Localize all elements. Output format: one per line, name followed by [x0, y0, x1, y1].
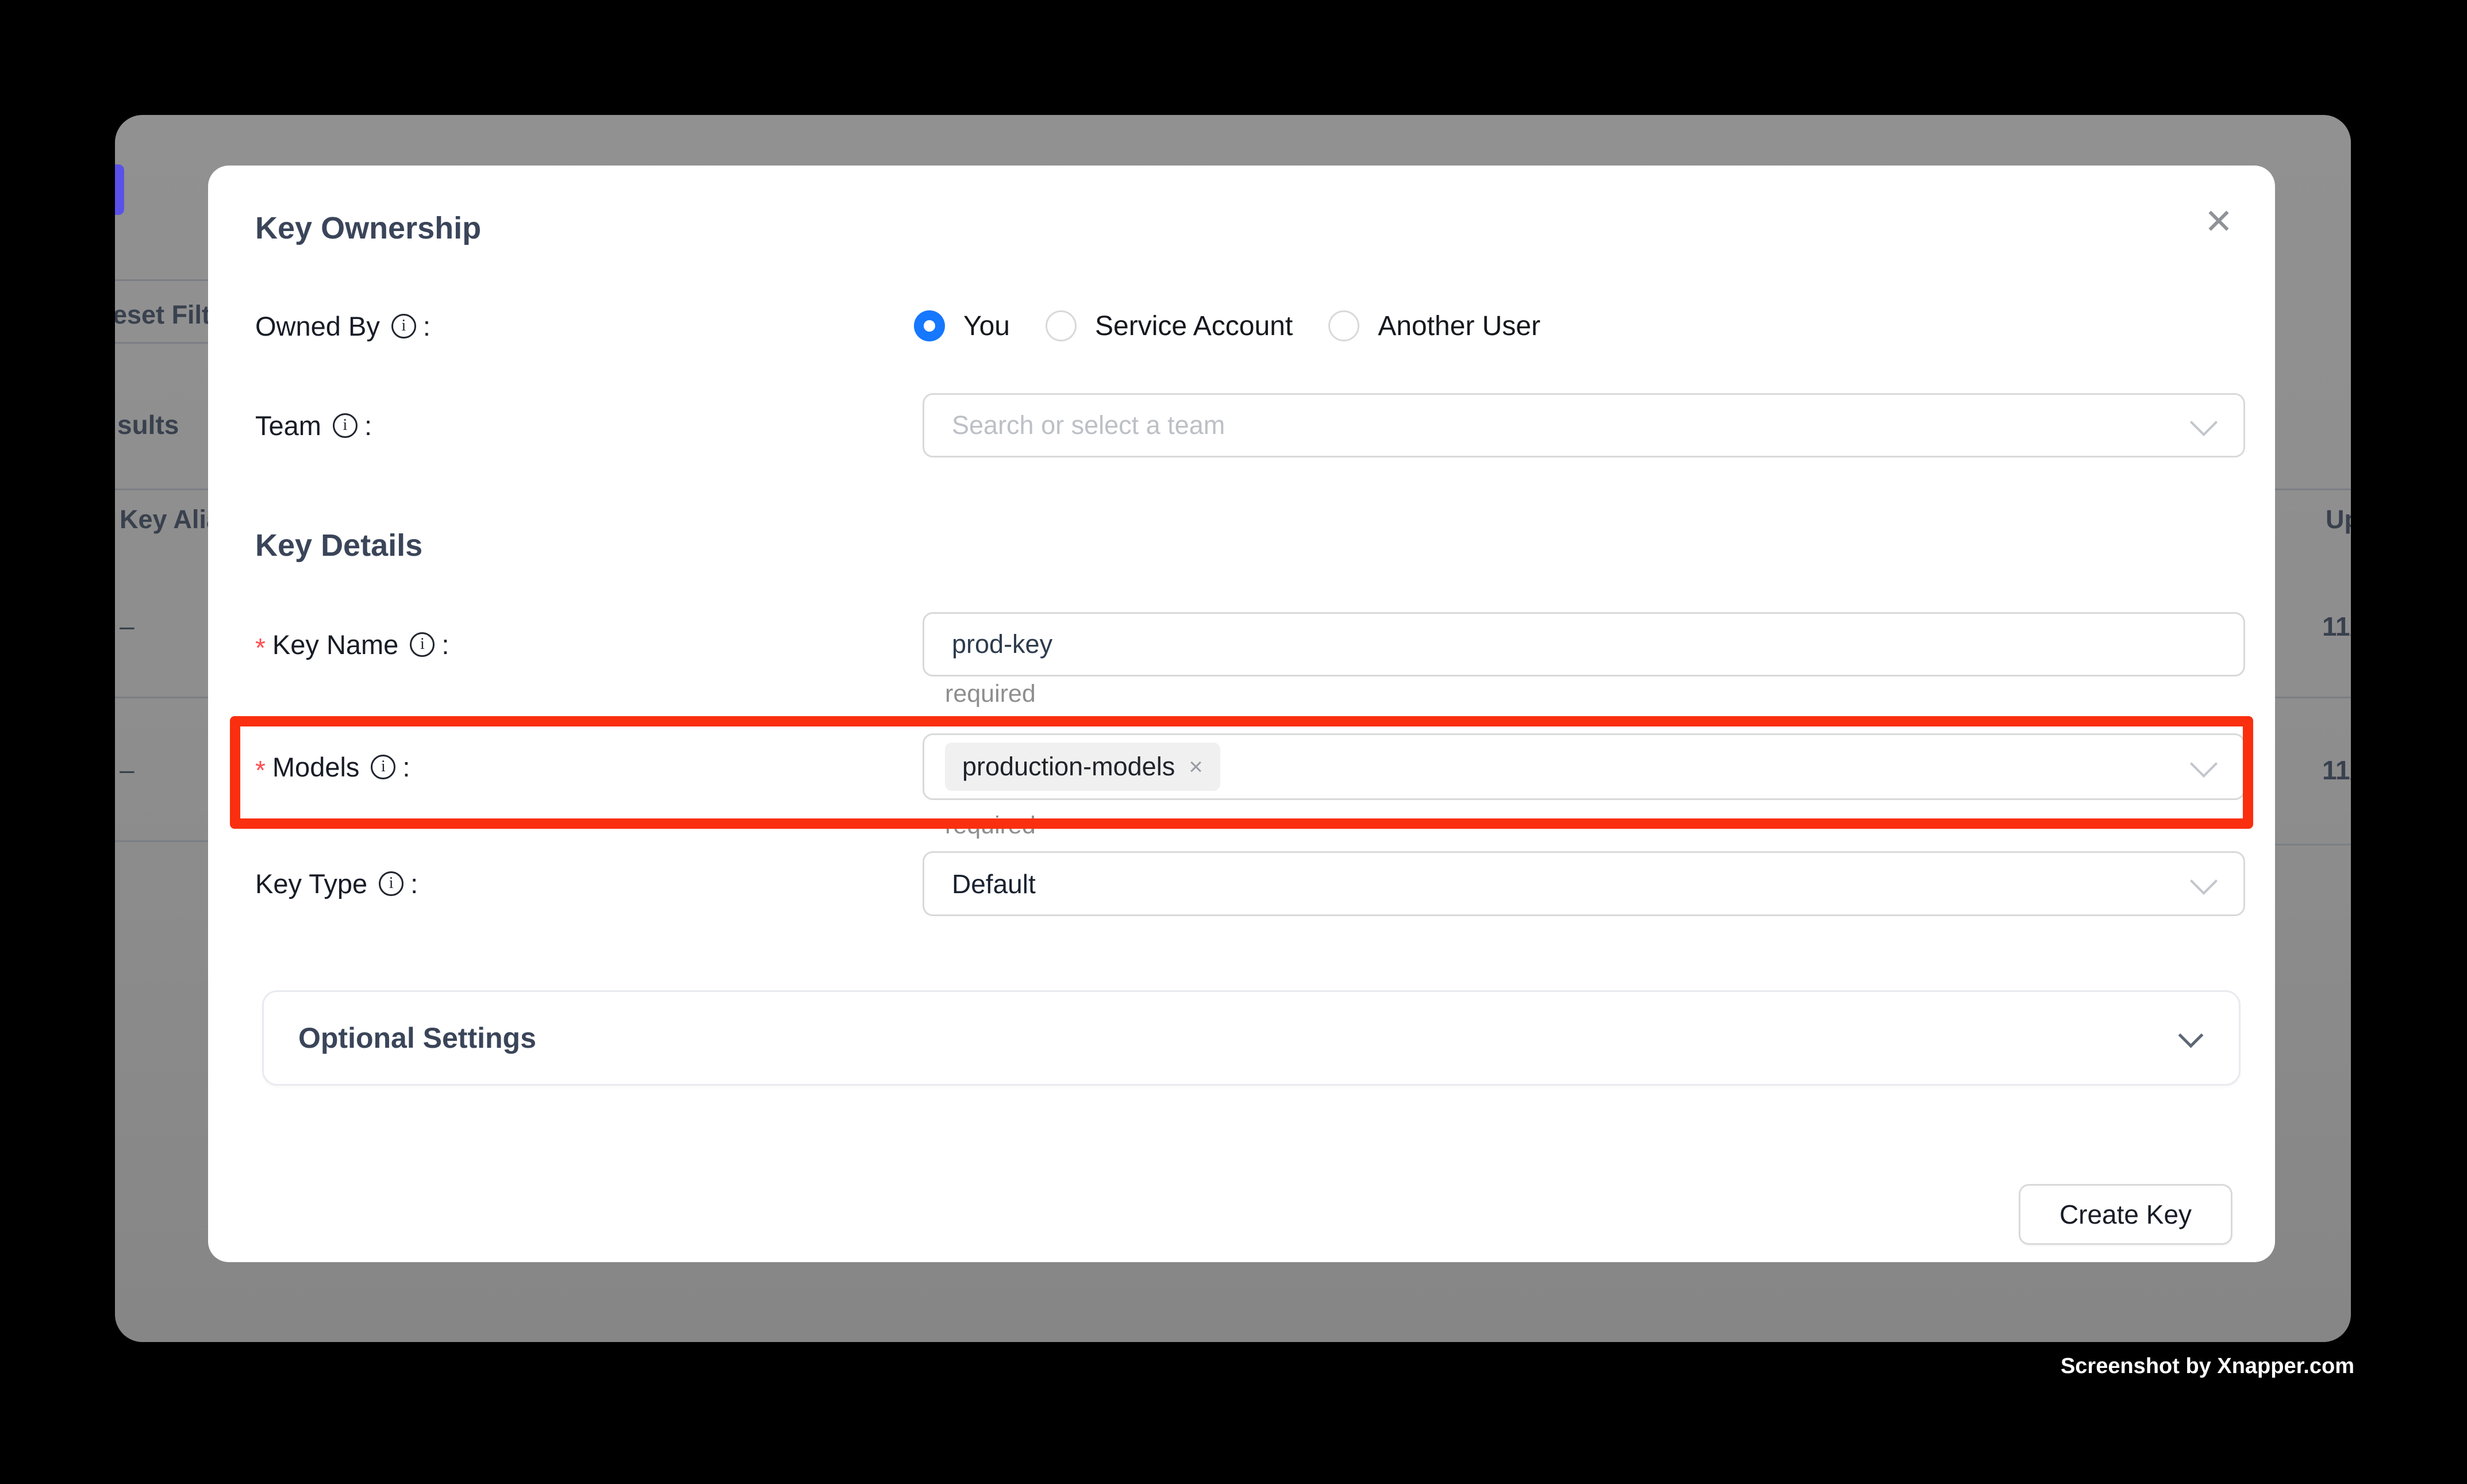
- key-alias-column-header-fragment: Key Alia: [120, 505, 221, 535]
- create-key-button[interactable]: Create Key: [2019, 1184, 2232, 1245]
- optional-settings-label: Optional Settings: [298, 1021, 536, 1055]
- create-key-modal: ✕ Key Ownership Owned By i : You Service…: [208, 166, 2275, 1262]
- radio-option-service-account[interactable]: Service Account: [1046, 310, 1293, 342]
- radio-option-you[interactable]: You: [914, 310, 1010, 342]
- reset-filters-button-fragment: eset Filt: [115, 300, 210, 330]
- table-divider: [2275, 489, 2351, 490]
- team-search-input[interactable]: [924, 410, 2243, 440]
- optional-settings-header[interactable]: Optional Settings: [262, 990, 2241, 1086]
- radio-selected-icon: [914, 310, 945, 341]
- screenshot-canvas: eset Filt sults Key Alia – – Up 11/ 11/ …: [0, 0, 2467, 1484]
- table-divider: [115, 342, 208, 344]
- key-name-validation-message: required: [945, 680, 1036, 708]
- selected-model-tag: production-models ×: [945, 743, 1220, 791]
- table-divider: [2275, 844, 2351, 845]
- info-icon: i: [371, 755, 395, 779]
- info-icon: i: [333, 413, 358, 438]
- chevron-down-icon: [2178, 1023, 2204, 1048]
- key-name-label: * Key Name i :: [255, 624, 449, 665]
- key-type-value: Default: [924, 868, 1036, 899]
- key-name-field: [923, 612, 2245, 676]
- table-divider: [115, 279, 208, 281]
- table-cell-dash: –: [120, 754, 135, 785]
- team-label: Team i :: [255, 405, 372, 446]
- key-details-title: Key Details: [255, 528, 422, 563]
- table-divider: [115, 697, 208, 698]
- info-icon: i: [379, 871, 404, 896]
- required-asterisk: *: [255, 755, 266, 786]
- table-divider: [2275, 697, 2351, 698]
- key-type-label: Key Type i :: [255, 863, 418, 904]
- key-type-select[interactable]: Default: [923, 851, 2245, 916]
- table-divider: [115, 840, 208, 842]
- radio-option-another-user[interactable]: Another User: [1328, 310, 1540, 342]
- tag-remove-icon[interactable]: ×: [1189, 755, 1203, 779]
- radio-unselected-icon: [1328, 310, 1359, 341]
- team-select[interactable]: [923, 393, 2245, 457]
- results-count-fragment: sults: [117, 409, 179, 440]
- watermark-text: Screenshot by Xnapper.com: [2061, 1354, 2354, 1379]
- info-icon: i: [391, 314, 416, 339]
- close-icon[interactable]: ✕: [2191, 194, 2246, 249]
- table-cell-date-fragment: 11/: [2322, 755, 2351, 786]
- models-validation-message: required: [945, 812, 1036, 840]
- key-name-input[interactable]: [924, 629, 2243, 659]
- updated-column-header-fragment: Up: [2326, 505, 2351, 535]
- radio-unselected-icon: [1046, 310, 1077, 341]
- key-ownership-title: Key Ownership: [255, 210, 481, 246]
- models-label: * Models i :: [255, 746, 410, 787]
- owned-by-radio-group: You Service Account Another User: [914, 305, 1576, 347]
- info-icon: i: [410, 632, 435, 657]
- table-cell-date-fragment: 11/: [2322, 611, 2351, 642]
- table-divider: [115, 489, 208, 490]
- required-asterisk: *: [255, 632, 266, 663]
- chevron-down-icon: [2190, 867, 2218, 894]
- owned-by-label: Owned By i :: [255, 305, 431, 347]
- models-select[interactable]: production-models ×: [923, 733, 2245, 800]
- clipped-primary-button-fragment: [115, 164, 124, 215]
- chevron-down-icon: [2190, 750, 2218, 778]
- table-cell-dash: –: [120, 610, 135, 641]
